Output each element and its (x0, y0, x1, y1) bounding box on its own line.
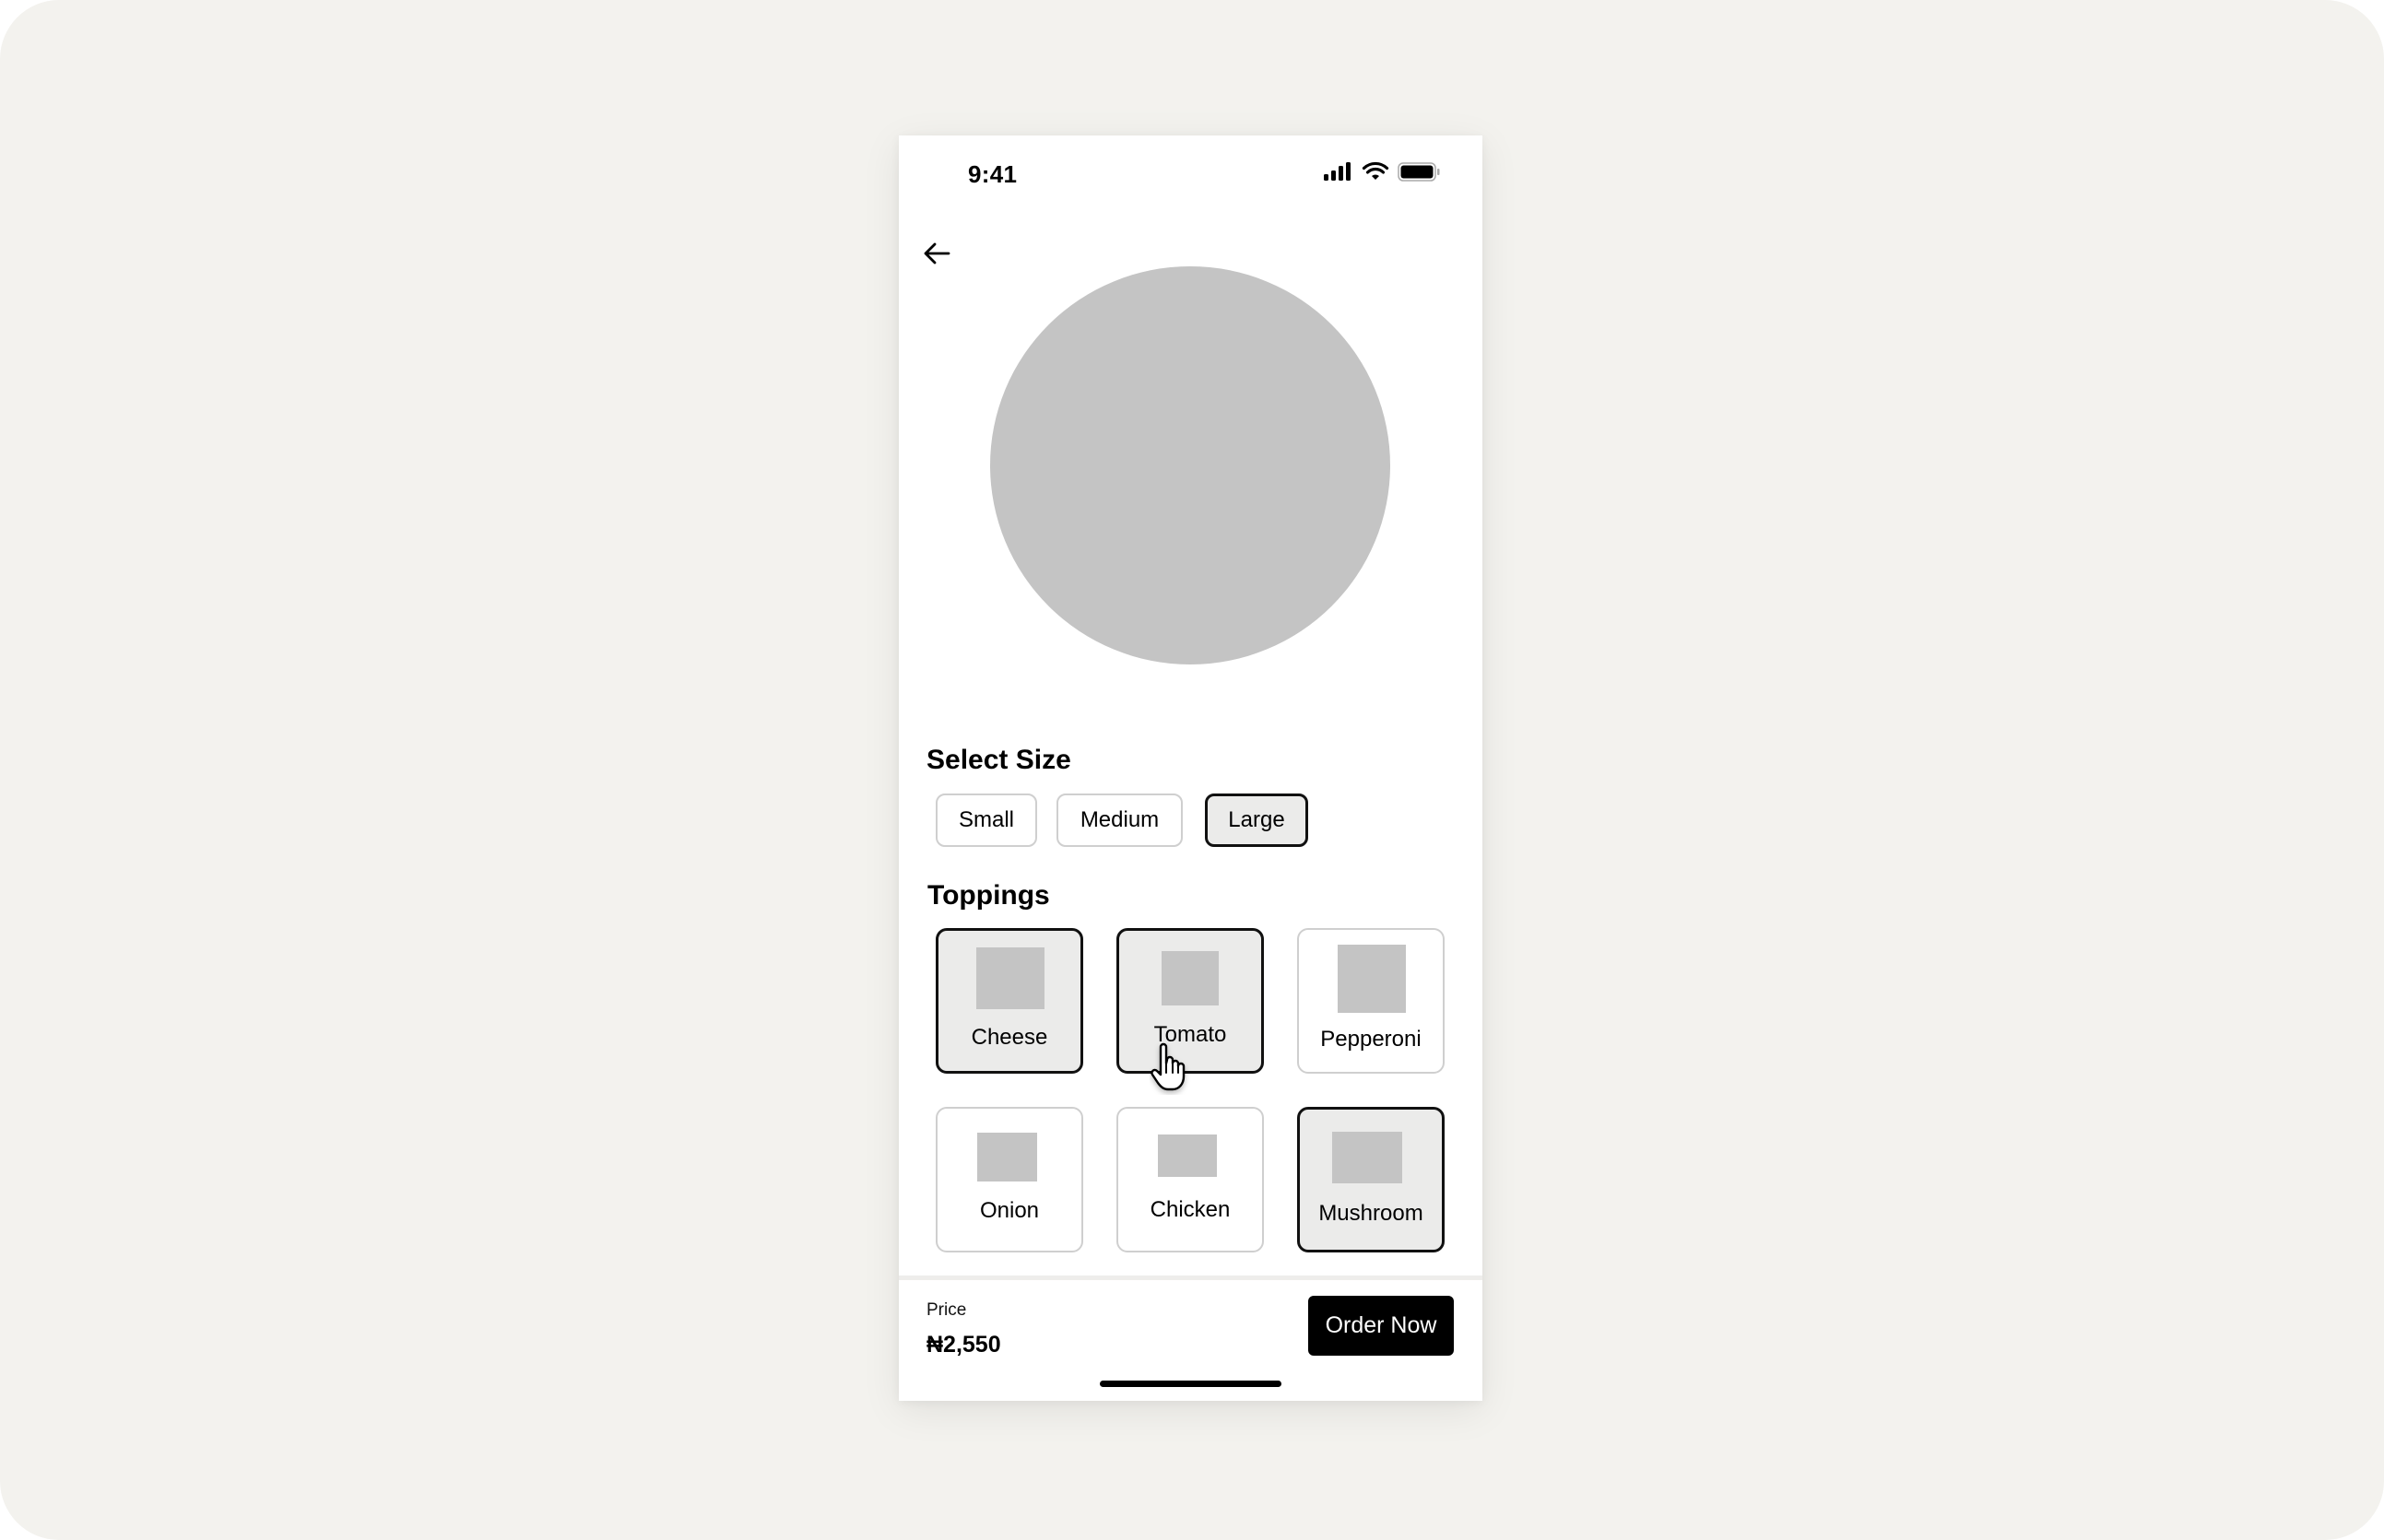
price-label: Price (926, 1300, 967, 1320)
topping-card-pepperoni[interactable]: Pepperoni (1297, 928, 1445, 1074)
cellular-signal-icon (1324, 162, 1351, 181)
order-now-button[interactable]: Order Now (1308, 1296, 1454, 1356)
footer-divider (899, 1275, 1482, 1280)
size-option-label: Large (1228, 807, 1285, 832)
phone-screen: 9:41 Select Size Small Medium Large Topp… (899, 135, 1482, 1401)
pizza-image-placeholder (990, 266, 1390, 664)
topping-image-placeholder (1332, 1132, 1402, 1183)
topping-image-placeholder (1158, 1134, 1217, 1177)
topping-card-cheese[interactable]: Cheese (936, 928, 1083, 1074)
status-icons (1324, 161, 1442, 182)
topping-image-placeholder (1338, 945, 1406, 1013)
topping-label: Chicken (1150, 1197, 1231, 1222)
size-option-label: Medium (1080, 807, 1160, 832)
topping-label: Cheese (971, 1025, 1048, 1050)
size-option-small[interactable]: Small (936, 794, 1037, 847)
select-size-title: Select Size (926, 745, 1071, 775)
battery-icon (1398, 162, 1440, 182)
topping-card-chicken[interactable]: Chicken (1116, 1107, 1264, 1252)
back-button[interactable] (921, 239, 954, 268)
wifi-icon (1362, 161, 1389, 180)
size-option-large[interactable]: Large (1205, 794, 1308, 847)
topping-label: Pepperoni (1320, 1027, 1422, 1052)
arrow-left-icon (924, 242, 950, 265)
size-option-medium[interactable]: Medium (1056, 794, 1183, 847)
topping-label: Mushroom (1318, 1201, 1423, 1226)
topping-card-mushroom[interactable]: Mushroom (1297, 1107, 1445, 1252)
size-option-label: Small (958, 807, 1014, 832)
price-value: ₦2,550 (926, 1332, 1001, 1358)
topping-card-onion[interactable]: Onion (936, 1107, 1083, 1252)
topping-image-placeholder (1162, 951, 1219, 1005)
home-indicator (1100, 1381, 1281, 1387)
toppings-title: Toppings (927, 880, 1050, 911)
topping-image-placeholder (977, 1133, 1037, 1181)
topping-image-placeholder (976, 947, 1044, 1009)
topping-card-tomato[interactable]: Tomato (1116, 928, 1264, 1074)
topping-label: Tomato (1153, 1022, 1227, 1047)
status-time: 9:41 (968, 160, 1018, 188)
topping-label: Onion (979, 1198, 1040, 1223)
